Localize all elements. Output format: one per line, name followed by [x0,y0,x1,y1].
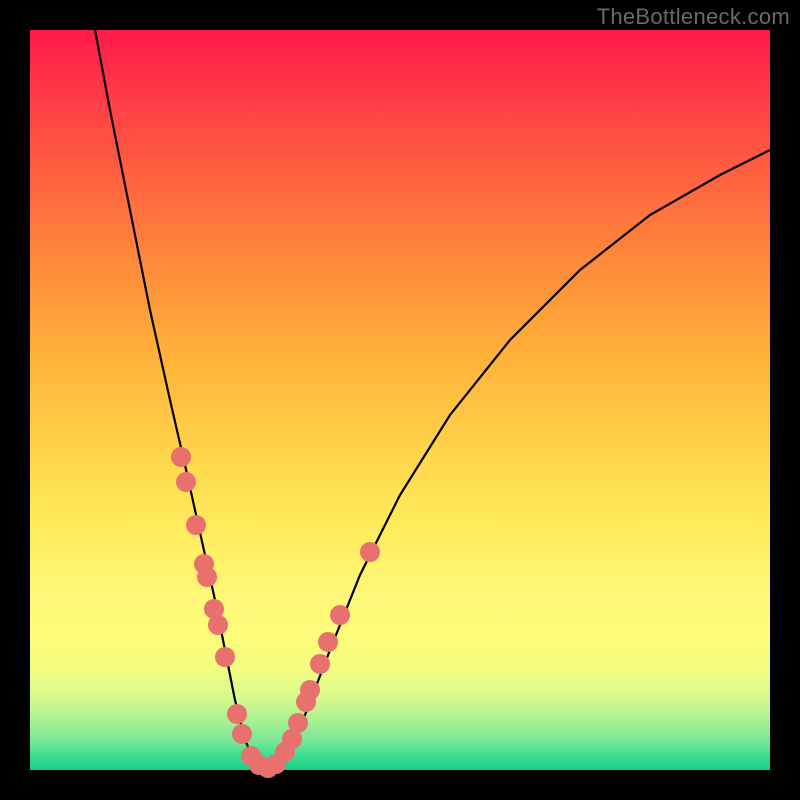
highlight-marker [330,605,350,625]
highlight-marker [171,447,191,467]
watermark-label: TheBottleneck.com [597,4,790,30]
bottleneck-curve [95,30,770,768]
highlight-marker [197,567,217,587]
chart-svg [30,30,770,770]
highlight-marker [176,472,196,492]
chart-plot-area [30,30,770,770]
highlight-marker [208,615,228,635]
highlight-marker [186,515,206,535]
chart-frame: TheBottleneck.com [0,0,800,800]
highlight-marker [227,704,247,724]
highlight-marker [310,654,330,674]
highlight-marker [232,724,252,744]
highlight-markers [171,447,380,778]
highlight-marker [300,680,320,700]
highlight-marker [318,632,338,652]
highlight-marker [360,542,380,562]
highlight-marker [215,647,235,667]
highlight-marker [288,713,308,733]
